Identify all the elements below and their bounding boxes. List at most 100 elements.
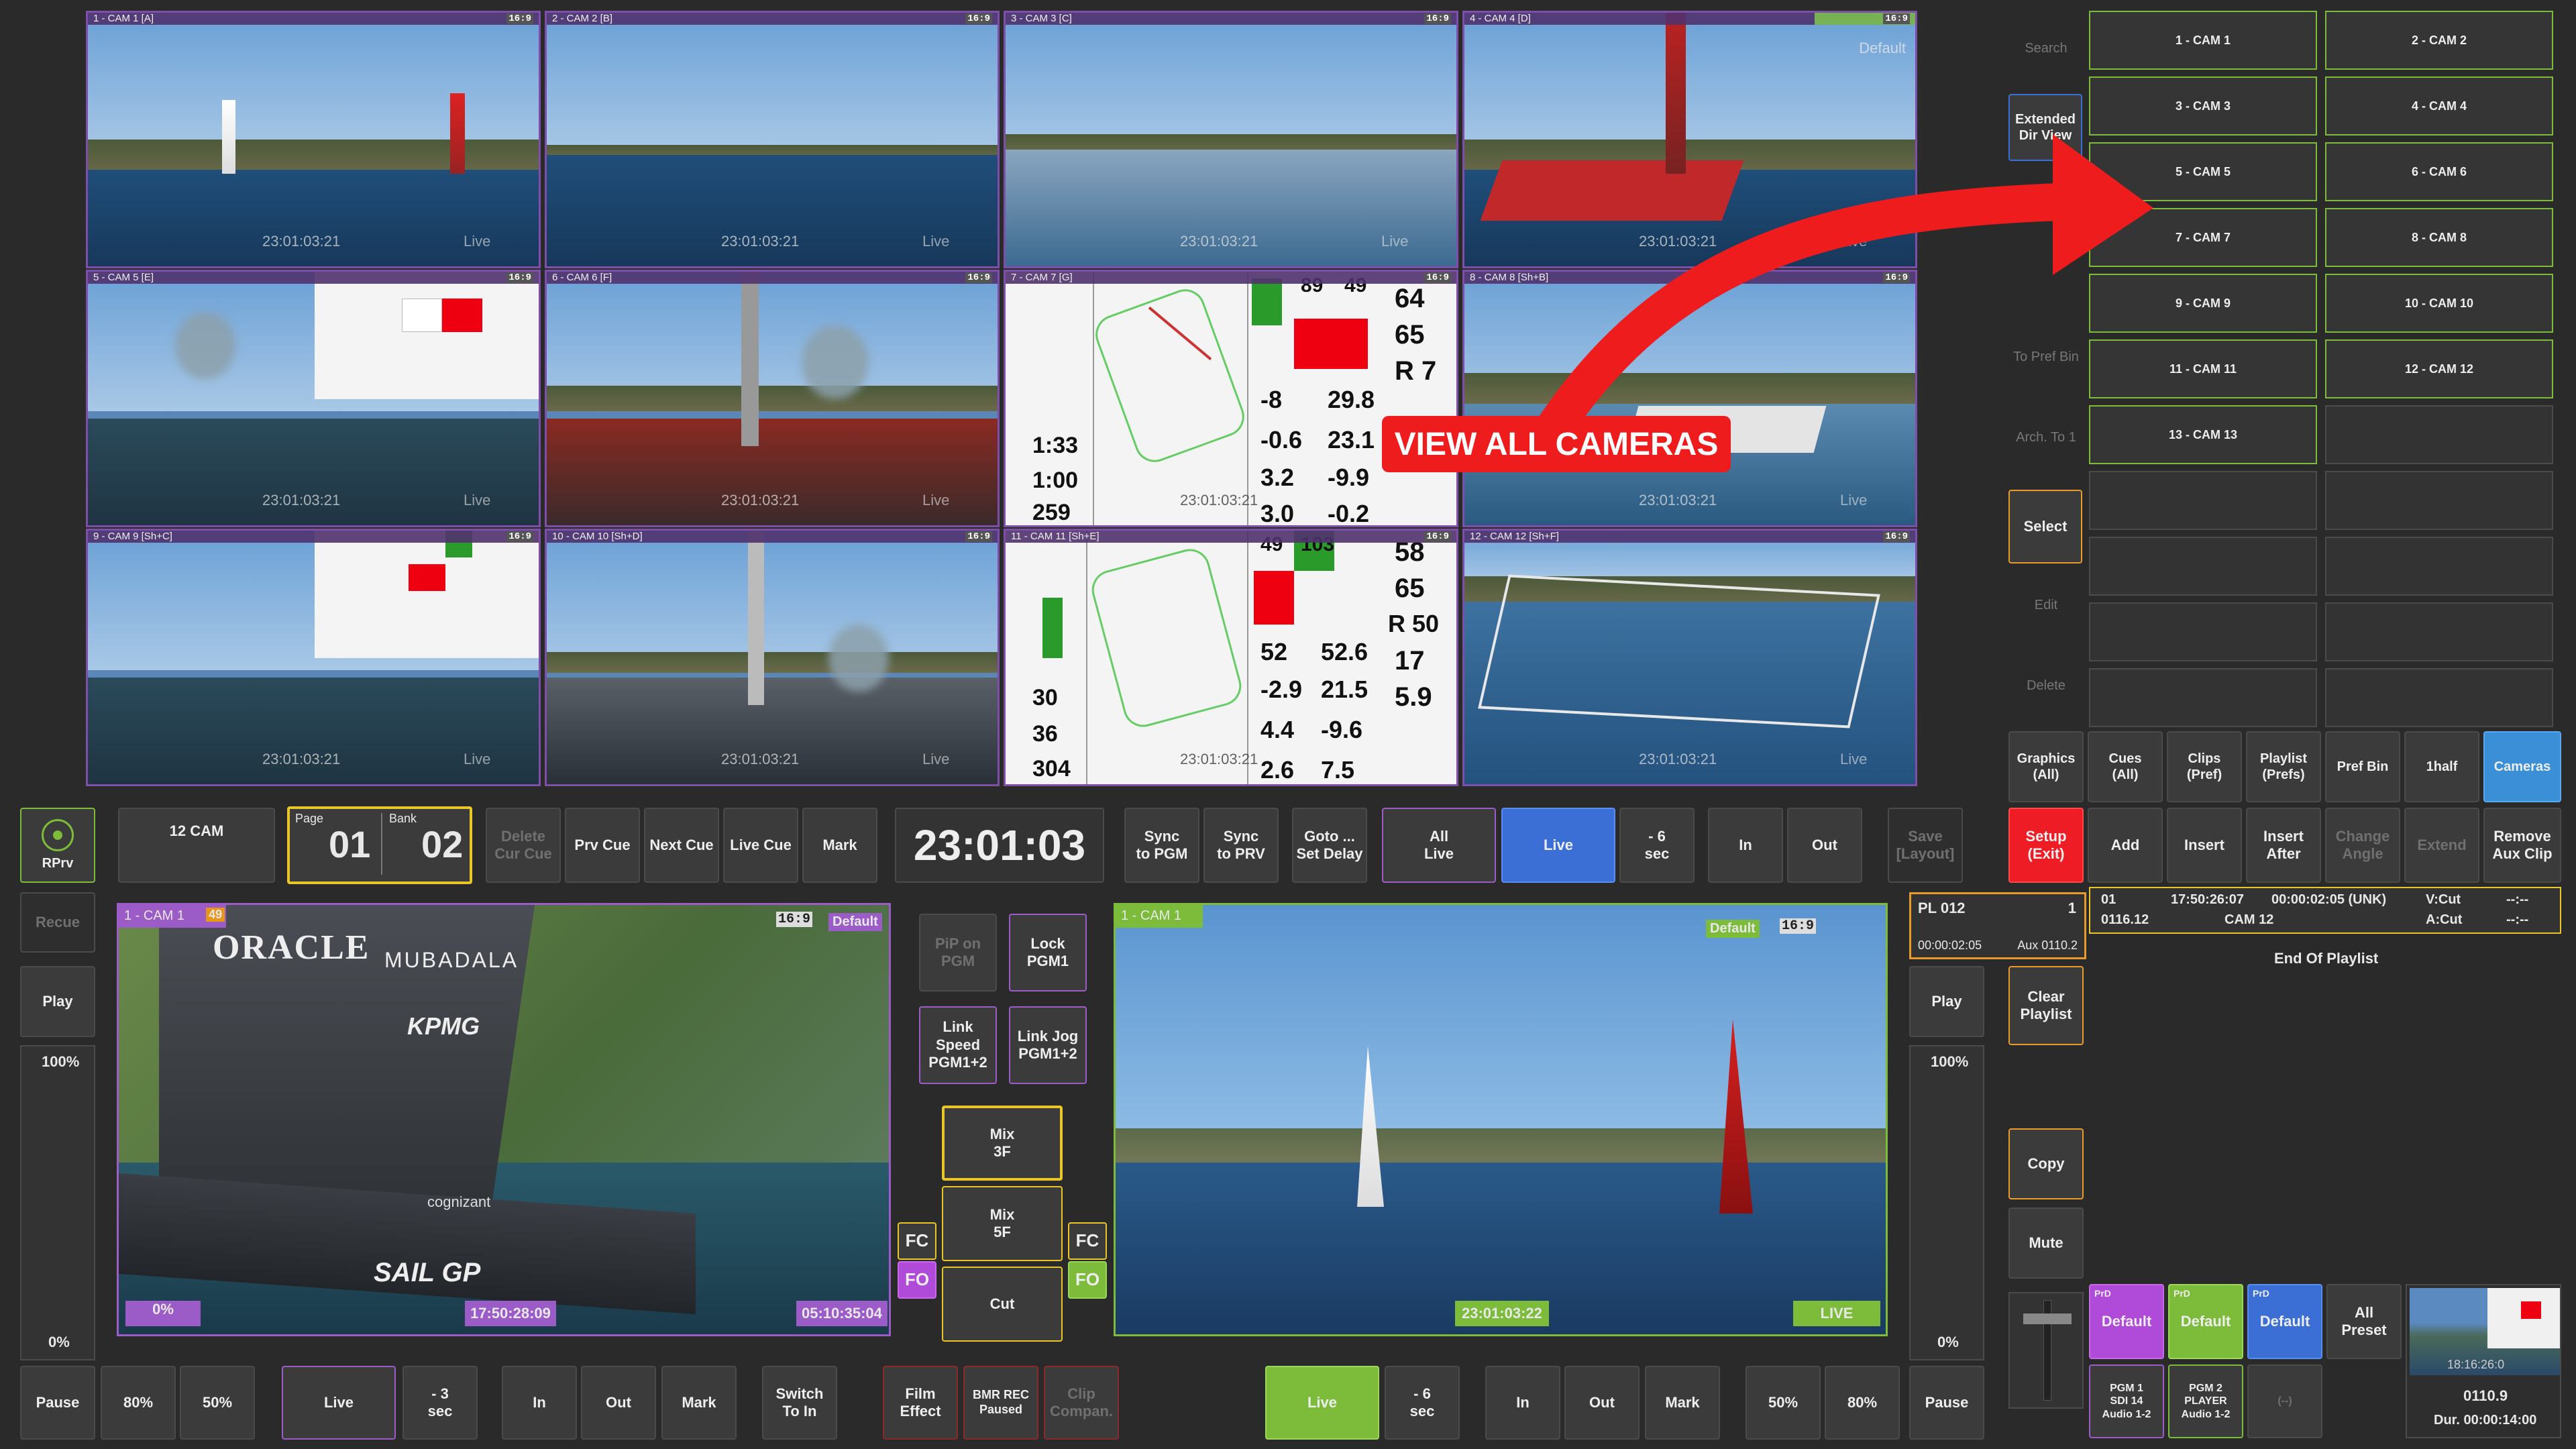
camera-tile-5[interactable]: 5 - CAM 5 [E] 16:9 23:01:03:21 Live [86, 270, 541, 527]
camera-tile-1[interactable]: 1 - CAM 1 [A] 16:9 23:01:03:21 Live [86, 11, 541, 268]
preset-default-3[interactable]: PrD Default [2247, 1284, 2322, 1359]
fc-right-button[interactable]: FC [1068, 1222, 1107, 1260]
empty-slot[interactable] [2325, 602, 2553, 661]
in-button[interactable]: In [1708, 808, 1783, 883]
sync-prv-button[interactable]: Sync to PRV [1203, 808, 1279, 883]
change-angle-button[interactable]: Change Angle [2325, 808, 2400, 883]
pgm2-monitor[interactable]: 1 - CAM 1 Default 16:9 23:01:03:22 LIVE [1114, 903, 1888, 1336]
pause-button-right[interactable]: Pause [1909, 1366, 1984, 1440]
out-button-left[interactable]: Out [581, 1366, 656, 1440]
camera-tile-11[interactable]: 49 103 58 65 R 50 17 52 52.6 -2.9 21.5 5… [1004, 529, 1458, 786]
pgm2-audio-button[interactable]: PGM 2 PLAYER Audio 1-2 [2168, 1364, 2243, 1438]
cam-button[interactable]: 2 - CAM 2 [2325, 11, 2553, 70]
empty-slot[interactable] [2089, 471, 2317, 530]
next-cue-button[interactable]: Next Cue [644, 808, 719, 883]
minus-6-sec-button[interactable]: - 6 sec [1619, 808, 1695, 883]
out-button[interactable]: Out [1787, 808, 1862, 883]
pause-button[interactable]: Pause [20, 1366, 95, 1440]
search-label[interactable]: Search [2012, 40, 2080, 56]
camera-tile-3[interactable]: 3 - CAM 3 [C] 16:9 23:01:03:21 Live [1004, 11, 1458, 268]
live-button[interactable]: Live [1501, 808, 1615, 883]
fo-right-button[interactable]: FO [1068, 1261, 1107, 1299]
fc-left-button[interactable]: FC [898, 1222, 936, 1260]
preset-default-2[interactable]: PrD Default [2168, 1284, 2243, 1359]
bmr-rec-button[interactable]: BMR REC Paused [963, 1366, 1038, 1440]
link-jog-button[interactable]: Link Jog PGM1+2 [1009, 1006, 1087, 1084]
mark-button[interactable]: Mark [802, 808, 877, 883]
camera-tile-2[interactable]: 2 - CAM 2 [B] 16:9 23:01:03:21 Live [545, 11, 1000, 268]
clip-thumbnail[interactable]: 18:16:26:0 0110.9 Dur. 00:00:14:00 [2406, 1284, 2561, 1438]
category-cameras[interactable]: Cameras [2483, 731, 2561, 802]
mark-button-right[interactable]: Mark [1645, 1366, 1720, 1440]
camera-tile-6[interactable]: 6 - CAM 6 [F] 16:9 23:01:03:21 Live [545, 270, 1000, 527]
clear-playlist-button[interactable]: Clear Playlist [2008, 966, 2084, 1045]
category-clips[interactable]: Clips (Pref) [2167, 731, 2242, 802]
cam-count-button[interactable]: 12 CAM [118, 808, 275, 883]
mix-5f-button[interactable]: Mix 5F [942, 1186, 1063, 1261]
fo-left-button[interactable]: FO [898, 1261, 936, 1299]
empty-slot[interactable] [2325, 668, 2553, 727]
link-speed-button[interactable]: Link Speed PGM1+2 [919, 1006, 997, 1084]
remove-aux-clip-button[interactable]: Remove Aux Clip [2483, 808, 2561, 883]
pgm1-audio-button[interactable]: PGM 1 SDI 14 Audio 1-2 [2089, 1364, 2164, 1438]
speed-50-button[interactable]: 50% [180, 1366, 255, 1440]
minus-6-sec-button-right[interactable]: - 6 sec [1385, 1366, 1460, 1440]
camera-tile-9[interactable]: 9 - CAM 9 [Sh+C] 16:9 23:01:03:21 Live [86, 529, 541, 786]
empty-slot[interactable] [2089, 602, 2317, 661]
camera-tile-12[interactable]: 12 - CAM 12 [Sh+F] 16:9 23:01:03:21 Live [1462, 529, 1917, 786]
clip-companion-button[interactable]: Clip Compan. [1044, 1366, 1119, 1440]
live-cue-button[interactable]: Live Cue [723, 808, 798, 883]
pgm1-monitor[interactable]: ORACLE MUBADALA KPMG SAIL GP cognizant 1… [117, 903, 891, 1336]
switch-to-in-button[interactable]: Switch To In [762, 1366, 837, 1440]
camera-tile-7[interactable]: 89 49 64 65 R 7 -8 29.8 -0.6 23.1 3.2 -9… [1004, 270, 1458, 527]
out-button-right[interactable]: Out [1564, 1366, 1640, 1440]
recue-button[interactable]: Recue [20, 892, 95, 953]
pip-on-pgm-button[interactable]: PiP on PGM [919, 914, 997, 991]
mark-button-left[interactable]: Mark [661, 1366, 737, 1440]
empty-slot[interactable] [2325, 405, 2553, 464]
cam-button[interactable]: 1 - CAM 1 [2089, 11, 2317, 70]
live-button-left[interactable]: Live [282, 1366, 396, 1440]
in-button-left[interactable]: In [502, 1366, 577, 1440]
mix-3f-button[interactable]: Mix 3F [942, 1106, 1063, 1181]
preset-default-1[interactable]: PrD Default [2089, 1284, 2164, 1359]
cam-button[interactable]: 4 - CAM 4 [2325, 76, 2553, 136]
copy-button[interactable]: Copy [2008, 1128, 2084, 1199]
minus-3-sec-button[interactable]: - 3 sec [402, 1366, 478, 1440]
insert-button[interactable]: Insert [2167, 808, 2242, 883]
empty-audio-button[interactable]: (--) [2247, 1364, 2322, 1438]
empty-slot[interactable] [2325, 471, 2553, 530]
setup-exit-button[interactable]: Setup (Exit) [2008, 808, 2084, 883]
speed-slider[interactable]: 100% 0% [20, 1045, 95, 1360]
category-cues[interactable]: Cues (All) [2088, 731, 2163, 802]
delete-cue-button[interactable]: Delete Cur Cue [486, 808, 561, 883]
prv-cue-button[interactable]: Prv Cue [565, 808, 640, 883]
fader-handle[interactable] [2023, 1313, 2072, 1324]
speed-80-button-right[interactable]: 80% [1825, 1366, 1900, 1440]
cut-button[interactable]: Cut [942, 1267, 1063, 1342]
select-button[interactable]: Select [2008, 490, 2082, 564]
add-button[interactable]: Add [2088, 808, 2163, 883]
playlist-speed-slider[interactable]: 100% 0% [1909, 1045, 1984, 1360]
film-effect-button[interactable]: Film Effect [883, 1366, 958, 1440]
lock-pgm1-button[interactable]: Lock PGM1 [1009, 914, 1087, 991]
in-button-right[interactable]: In [1485, 1366, 1560, 1440]
extend-button[interactable]: Extend [2404, 808, 2479, 883]
category-playlist[interactable]: Playlist (Prefs) [2246, 731, 2321, 802]
play-button[interactable]: Play [20, 966, 95, 1037]
edit-label[interactable]: Edit [2012, 597, 2080, 613]
delete-label[interactable]: Delete [2012, 678, 2080, 694]
category-pref-bin[interactable]: Pref Bin [2325, 731, 2400, 802]
playlist-play-button[interactable]: Play [1909, 966, 1984, 1037]
cam-button[interactable]: 8 - CAM 8 [2325, 208, 2553, 267]
sync-pgm-button[interactable]: Sync to PGM [1124, 808, 1199, 883]
playlist-header[interactable]: PL 012 1 00:00:02:05 Aux 0110.2 [1909, 892, 2086, 959]
all-live-button[interactable]: All Live [1382, 808, 1496, 883]
rprv-button[interactable]: RPrv [20, 808, 95, 883]
all-preset-button[interactable]: All Preset [2326, 1284, 2402, 1359]
cam-button[interactable]: 10 - CAM 10 [2325, 274, 2553, 333]
speed-50-button-right[interactable]: 50% [1746, 1366, 1821, 1440]
audio-fader[interactable] [2008, 1292, 2084, 1409]
category-1half[interactable]: 1half [2404, 731, 2479, 802]
insert-after-button[interactable]: Insert After [2246, 808, 2321, 883]
